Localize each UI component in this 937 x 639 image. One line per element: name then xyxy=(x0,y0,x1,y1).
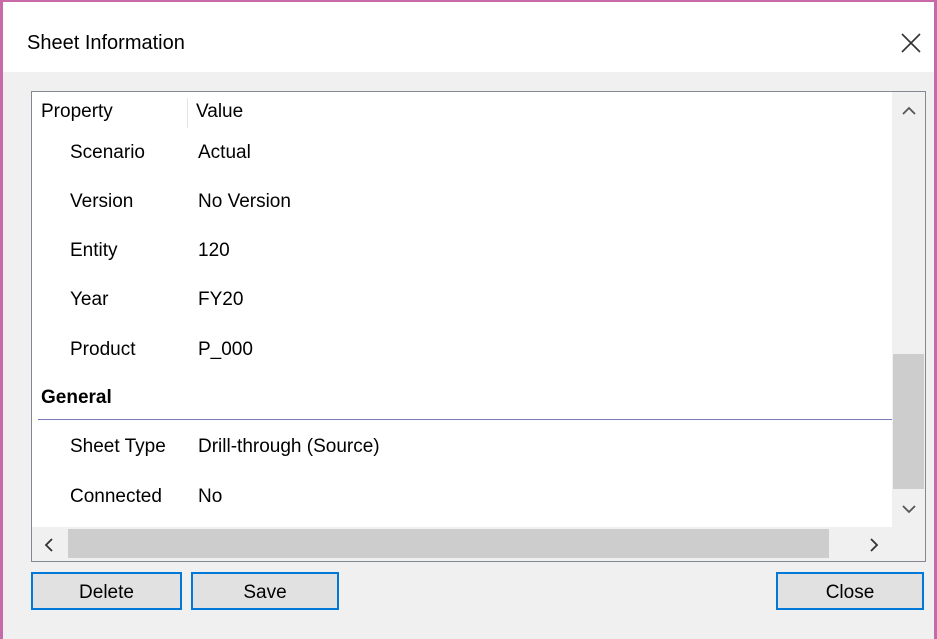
property-name: Sheet Type xyxy=(70,436,166,457)
property-value: 120 xyxy=(198,240,230,261)
property-name: Product xyxy=(70,339,136,360)
property-value: Drill-through (Source) xyxy=(198,436,380,457)
table-row[interactable]: Entity 120 xyxy=(32,229,892,278)
table-row[interactable]: Sheet Type Drill-through (Source) xyxy=(32,425,892,474)
property-name: Version xyxy=(70,191,134,212)
vertical-scroll-thumb[interactable] xyxy=(893,354,924,489)
table-row[interactable]: Product P_000 xyxy=(32,328,892,377)
chevron-right-icon[interactable] xyxy=(857,528,890,561)
delete-button[interactable]: Delete xyxy=(31,572,182,610)
property-name: Connected xyxy=(70,486,162,507)
column-header-value[interactable]: Value xyxy=(196,101,243,123)
chevron-left-icon[interactable] xyxy=(32,528,65,561)
section-divider xyxy=(38,419,892,420)
sheet-information-dialog: Sheet Information Property Value Scenari… xyxy=(3,2,934,639)
chevron-down-icon[interactable] xyxy=(892,492,925,525)
horizontal-scroll-thumb[interactable] xyxy=(68,529,829,558)
table-row[interactable]: Scenario Actual xyxy=(32,131,892,180)
scrollbar-corner xyxy=(892,527,925,561)
table-row[interactable]: Year FY20 xyxy=(32,278,892,327)
vertical-scrollbar[interactable] xyxy=(892,92,925,527)
property-value: P_000 xyxy=(198,339,253,360)
column-separator[interactable] xyxy=(187,98,188,128)
property-name: Year xyxy=(70,289,109,310)
property-value: FY20 xyxy=(198,289,244,310)
table-row[interactable]: Version No Version xyxy=(32,180,892,229)
property-name: Entity xyxy=(70,240,118,261)
close-icon[interactable] xyxy=(896,28,926,58)
property-table: Property Value Scenario Actual Version N… xyxy=(32,92,892,527)
title-bar: Sheet Information xyxy=(3,2,934,72)
close-button[interactable]: Close xyxy=(776,572,924,610)
property-grid[interactable]: Property Value Scenario Actual Version N… xyxy=(31,91,926,562)
property-value: Actual xyxy=(198,142,251,163)
section-label: General xyxy=(41,387,112,408)
horizontal-scrollbar[interactable] xyxy=(32,527,892,561)
table-row[interactable]: Connected No xyxy=(32,475,892,524)
property-value: No xyxy=(198,486,223,507)
section-header-general[interactable]: General xyxy=(32,379,892,421)
dialog-title: Sheet Information xyxy=(27,32,185,54)
chevron-up-icon[interactable] xyxy=(892,94,925,127)
property-value: No Version xyxy=(198,191,291,212)
table-header: Property Value xyxy=(32,92,892,130)
column-header-property[interactable]: Property xyxy=(41,101,113,123)
save-button[interactable]: Save xyxy=(191,572,339,610)
property-name: Scenario xyxy=(70,142,145,163)
